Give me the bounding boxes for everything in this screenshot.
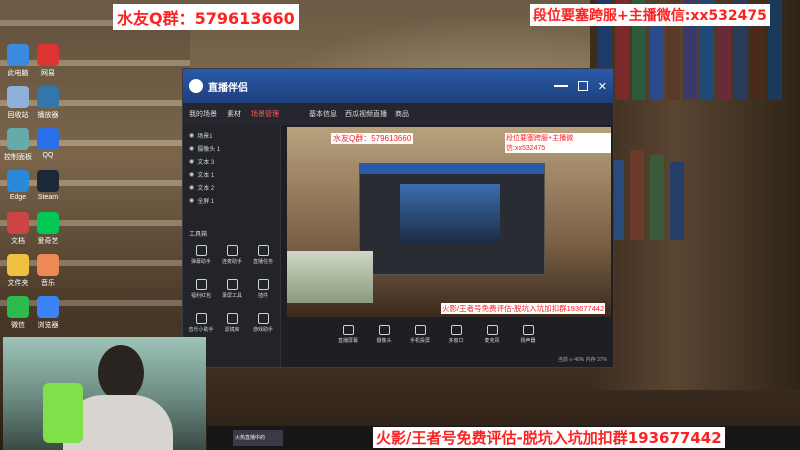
bottom-icon [522, 325, 534, 335]
preview-camera [287, 251, 373, 303]
tool-button[interactable]: 录屏工具 [218, 279, 246, 299]
app-icon [37, 44, 59, 66]
eye-icon: ◉ [189, 159, 195, 165]
app-icon [37, 254, 59, 276]
scene-item[interactable]: ◉ 全屏 1 [183, 194, 280, 207]
eye-icon: ◉ [189, 172, 195, 178]
app-name: 直播伴侣 [208, 82, 248, 94]
app-tabbar: 我的场景 素材 场景管理 基本信息 西瓜视频直播 商品 [183, 103, 613, 125]
bottom-button[interactable]: 直播屏幕 [333, 325, 363, 344]
overlay-bottom-banner: 火影/王者号免费评估-脱坑入坑加扣群193677442 [373, 427, 725, 448]
scene-item[interactable]: ◉ 文本 1 [183, 168, 280, 181]
bottom-button[interactable]: 摄像头 [369, 325, 399, 344]
status-text: 当前 ∞ 40% 内存 37% [557, 357, 607, 363]
bottom-button[interactable]: 多窗口 [441, 325, 471, 344]
app-icon [7, 170, 29, 192]
preview-overlay-top-right: 段位要塞跨服+主播微信:xx532475 [505, 133, 611, 153]
minimize-button[interactable] [553, 85, 568, 87]
desktop-icon[interactable]: 播放器 [30, 86, 66, 120]
app-icon [37, 212, 59, 234]
webcam-feed [3, 337, 206, 450]
scene-list: ◉ 场景1 ◉ 摄像头 1 ◉ 文本 3 ◉ 文本 1 ◉ 文本 2 ◉ 全屏 1 [183, 125, 280, 207]
tool-icon [226, 279, 238, 290]
app-icon [37, 128, 59, 150]
app-titlebar: 直播伴侣 ✕ [183, 69, 613, 103]
bottom-toolbar: 直播屏幕 摄像头 手机投屏 多窗口 麦克风 扬声器 [333, 325, 593, 349]
scene-item[interactable]: ◉ 摄像头 1 [183, 142, 280, 155]
tools-header: 工具箱 [189, 232, 208, 238]
bottom-button[interactable]: 扬声器 [513, 325, 543, 344]
tool-icon [257, 245, 269, 256]
desktop-icon[interactable]: 浏览器 [30, 296, 66, 330]
overlay-wechat: 段位要塞跨服+主播微信:xx532475 [530, 4, 770, 26]
streamer-silhouette [98, 345, 144, 401]
scene-item[interactable]: ◉ 场景1 [183, 129, 280, 142]
tool-icon [226, 245, 238, 256]
tool-icon [195, 279, 207, 290]
app-icon [7, 296, 29, 318]
app-icon [37, 296, 59, 318]
tab-xigua-live[interactable]: 西瓜视频直播 [345, 109, 387, 119]
taskbar-app-button[interactable]: 火热直播中的 [233, 430, 283, 446]
app-icon [7, 86, 29, 108]
preview-canvas: 水友Q群：579613660 段位要塞跨服+主播微信:xx532475 火影/王… [287, 127, 611, 317]
bottom-icon [486, 325, 498, 335]
desktop-icon[interactable]: QQ [30, 128, 66, 159]
tool-icon [257, 313, 269, 324]
close-button[interactable]: ✕ [598, 80, 607, 93]
tab-my-scenes[interactable]: 我的场景 [189, 109, 217, 119]
app-icon [7, 44, 29, 66]
bottom-icon [450, 325, 462, 335]
tool-button[interactable]: 游戏助手 [249, 313, 277, 333]
tab-scene-manage[interactable]: 场景管理 [251, 109, 279, 119]
app-icon [37, 86, 59, 108]
tool-icon [195, 313, 207, 324]
preview-overlay-bottom: 火影/王者号免费评估-脱坑入坑加扣群193677442 [441, 303, 606, 314]
tool-icon [226, 313, 238, 324]
maximize-button[interactable] [577, 81, 588, 91]
tab-materials[interactable]: 素材 [227, 109, 241, 119]
app-icon [7, 254, 29, 276]
tool-button[interactable]: 福利红包 [187, 279, 215, 299]
tool-button[interactable]: 滤镜库 [218, 313, 246, 333]
app-window[interactable]: 直播伴侣 ✕ 我的场景 素材 场景管理 基本信息 西瓜视频直播 商品 ◉ 场景1 ◉… [182, 68, 614, 368]
bottom-icon [378, 325, 390, 335]
preview-overlay-top-left: 水友Q群：579613660 [331, 133, 414, 144]
tool-button[interactable]: 直播任务 [249, 245, 277, 265]
eye-icon: ◉ [189, 198, 195, 204]
overlay-qq-group: 水友Q群：579613660 [113, 4, 299, 30]
tool-icon [257, 279, 269, 290]
desktop-icon[interactable]: 爱奇艺 [30, 212, 66, 246]
desktop-icon[interactable]: 音乐 [30, 254, 66, 288]
app-logo-icon [189, 79, 203, 93]
tool-button[interactable]: 弹幕助手 [187, 245, 215, 265]
nested-preview [359, 163, 545, 275]
scene-item[interactable]: ◉ 文本 2 [183, 181, 280, 194]
app-icon [7, 212, 29, 234]
eye-icon: ◉ [189, 185, 195, 191]
tool-button[interactable]: 插件 [249, 279, 277, 299]
bottom-button[interactable]: 麦克风 [477, 325, 507, 344]
scene-sidebar: ◉ 场景1 ◉ 摄像头 1 ◉ 文本 3 ◉ 文本 1 ◉ 文本 2 ◉ 全屏 1 工具箱 弹幕助手连… [183, 125, 281, 367]
desktop-icon[interactable]: 网易 [30, 44, 66, 78]
desktop-icon[interactable]: Steam [30, 170, 66, 201]
bottom-button[interactable]: 手机投屏 [405, 325, 435, 344]
bottom-icon [414, 325, 426, 335]
bookshelf [590, 0, 800, 390]
tool-button[interactable]: 连麦助手 [218, 245, 246, 265]
tool-icon [195, 245, 207, 256]
tool-button[interactable]: 音乐小助手 [187, 313, 215, 333]
app-icon [7, 128, 29, 150]
tab-goods[interactable]: 商品 [395, 109, 409, 119]
tab-basic-info[interactable]: 基本信息 [309, 109, 337, 119]
bottom-icon [342, 325, 354, 335]
app-icon [37, 170, 59, 192]
eye-icon: ◉ [189, 133, 195, 139]
eye-icon: ◉ [189, 146, 195, 152]
scene-item[interactable]: ◉ 文本 3 [183, 155, 280, 168]
